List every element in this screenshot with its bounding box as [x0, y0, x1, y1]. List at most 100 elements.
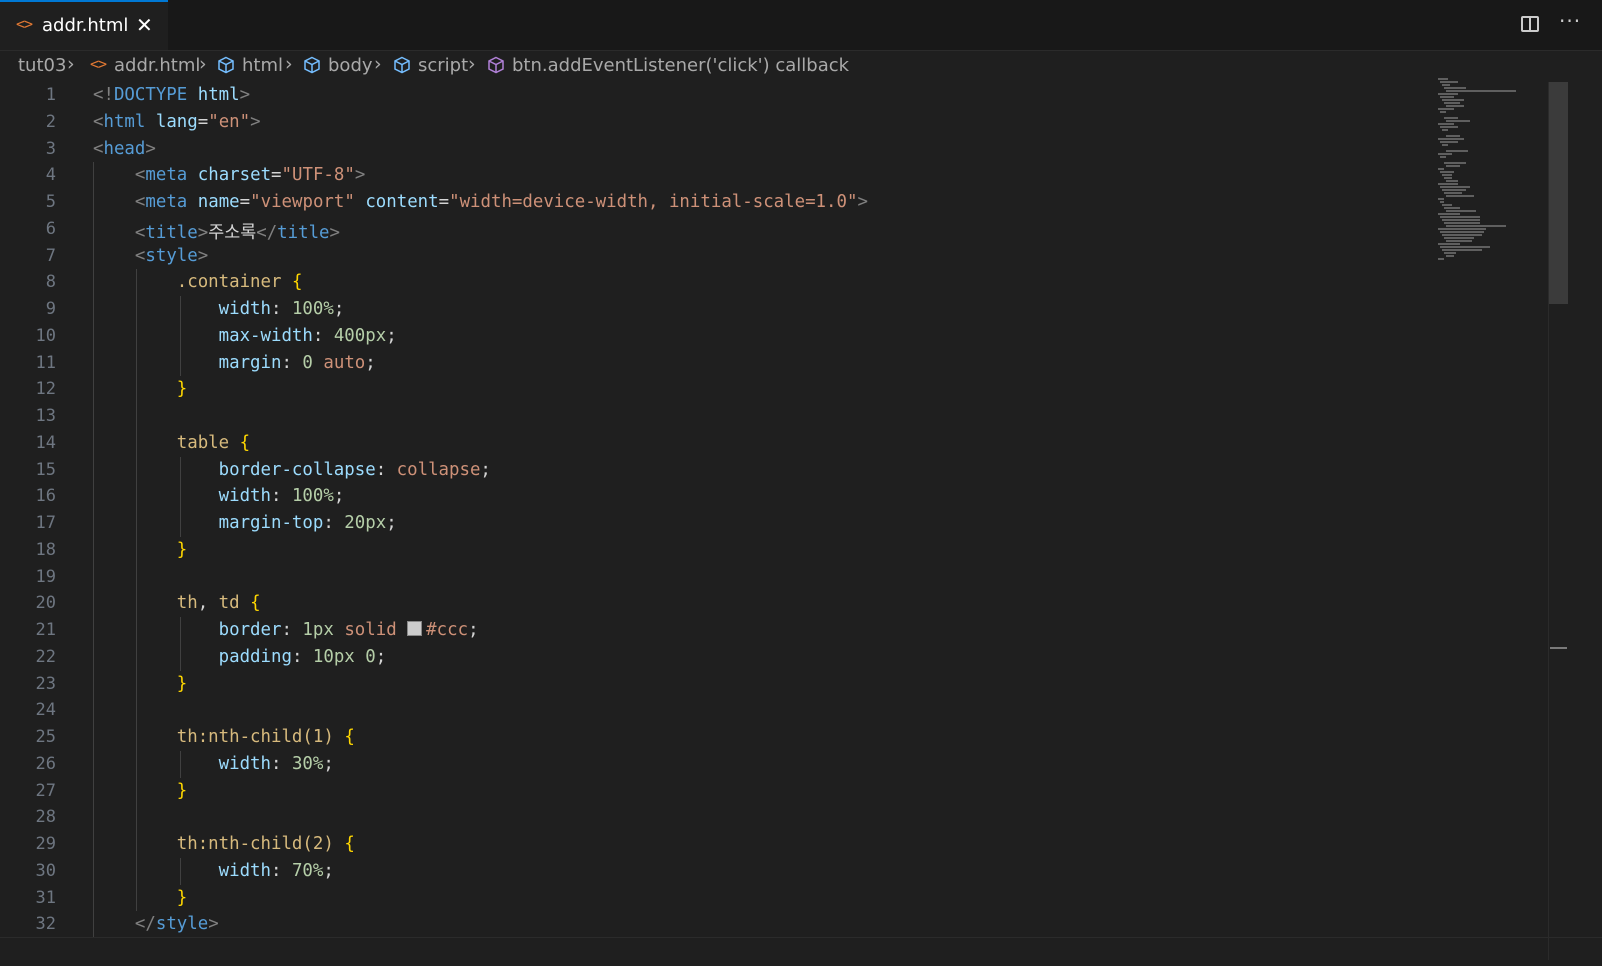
color-swatch-icon[interactable]: [407, 621, 423, 636]
breadcrumb-item-html[interactable]: html: [242, 55, 283, 76]
minimap-line: [1446, 105, 1464, 107]
close-icon[interactable]: ✕: [136, 13, 153, 37]
line-number: 1: [45, 85, 56, 105]
element-cube-icon: [304, 56, 320, 74]
scrollbar-thumb[interactable]: [1549, 82, 1568, 304]
line-number: 23: [35, 673, 56, 694]
code-line[interactable]: 1 <!DOCTYPE html>: [0, 82, 1440, 109]
minimap-line: [1442, 204, 1452, 206]
code-text: <head>: [93, 138, 156, 159]
indent-guide: [180, 296, 181, 377]
code-line[interactable]: 9 width: 100%;: [0, 296, 1440, 323]
code-line[interactable]: 21 border: 1px solid #ccc;: [0, 617, 1440, 644]
line-number: 28: [35, 807, 56, 828]
line-number: 2: [45, 111, 56, 132]
code-line[interactable]: 31 }: [0, 885, 1440, 912]
code-text: .container {: [176, 272, 303, 293]
minimap-line: [1442, 249, 1482, 251]
code-line[interactable]: 19: [0, 564, 1440, 591]
line-number: 11: [35, 352, 56, 373]
code-line[interactable]: 10 max-width: 400px;: [0, 323, 1440, 350]
code-text: }: [176, 887, 188, 908]
code-line[interactable]: 16 width: 100%;: [0, 483, 1440, 510]
line-number: 26: [35, 753, 56, 774]
code-line[interactable]: 15 border-collapse: collapse;: [0, 457, 1440, 484]
code-file-icon: <>: [90, 55, 107, 73]
minimap-line: [1444, 222, 1480, 224]
minimap-line: [1440, 141, 1458, 143]
code-line[interactable]: 8 .container {: [0, 269, 1440, 296]
line-number: 10: [35, 325, 56, 346]
code-text: }: [176, 780, 188, 801]
code-line[interactable]: 12 }: [0, 376, 1440, 403]
minimap-line: [1442, 84, 1450, 86]
indent-guide: [180, 857, 181, 885]
code-line[interactable]: 25 th:nth-child(1) {: [0, 724, 1440, 751]
line-number: 24: [35, 700, 56, 721]
code-line[interactable]: 30 width: 70%;: [0, 858, 1440, 885]
minimap-line: [1442, 129, 1448, 131]
breadcrumb-item-file[interactable]: addr.html: [114, 55, 200, 76]
code-text: </style>: [134, 914, 219, 935]
code-line[interactable]: 20 th, td {: [0, 590, 1440, 617]
code-text: <style>: [134, 245, 209, 266]
code-line[interactable]: 5 <meta name="viewport" content="width=d…: [0, 189, 1440, 216]
minimap-line: [1446, 90, 1516, 92]
code-line[interactable]: 11 margin: 0 auto;: [0, 350, 1440, 377]
code-text: th:nth-child(2) {: [176, 834, 355, 854]
code-text: width: 100%;: [218, 486, 345, 507]
line-number: 12: [35, 379, 56, 400]
line-number: 8: [45, 272, 56, 293]
minimap-line: [1444, 177, 1452, 179]
minimap-line: [1444, 252, 1456, 254]
tab-addr-html[interactable]: <> addr.html ✕: [0, 0, 168, 50]
split-editor-icon[interactable]: [1521, 16, 1539, 32]
line-number: 20: [35, 593, 56, 614]
chevron-right-icon: ›: [67, 53, 75, 75]
code-line[interactable]: 32 </style>: [0, 911, 1440, 938]
minimap-line: [1446, 120, 1470, 122]
minimap-line: [1440, 126, 1458, 128]
code-line[interactable]: 3 <head>: [0, 136, 1440, 163]
code-line[interactable]: 4 <meta charset="UTF-8">: [0, 162, 1440, 189]
code-line[interactable]: 2 <html lang="en">: [0, 109, 1440, 136]
minimap-line: [1438, 228, 1486, 230]
minimap-line: [1440, 246, 1490, 248]
code-line[interactable]: 13: [0, 403, 1440, 430]
code-line[interactable]: 29 th:nth-child(2) {: [0, 831, 1440, 858]
more-actions-icon[interactable]: ···: [1559, 9, 1581, 33]
line-number: 27: [35, 780, 56, 801]
minimap-line: [1440, 156, 1446, 158]
code-line[interactable]: 24: [0, 697, 1440, 724]
breadcrumb-item-script[interactable]: script: [418, 55, 468, 76]
code-line[interactable]: 18 }: [0, 537, 1440, 564]
minimap-line: [1446, 225, 1506, 227]
chevron-right-icon: ›: [468, 53, 476, 75]
minimap-line: [1440, 216, 1480, 218]
minimap[interactable]: [1434, 78, 1544, 268]
line-number: 19: [35, 566, 56, 587]
breadcrumb-item-callback[interactable]: btn.addEventListener('click') callback: [512, 55, 849, 76]
line-number: 22: [35, 646, 56, 667]
line-number: 32: [35, 914, 56, 935]
code-line[interactable]: 28: [0, 804, 1440, 831]
code-line[interactable]: 26 width: 30%;: [0, 751, 1440, 778]
code-line[interactable]: 22 padding: 10px 0;: [0, 644, 1440, 671]
indent-guide: [180, 750, 181, 778]
breadcrumb-item-folder[interactable]: tut03: [18, 55, 66, 76]
code-line[interactable]: 14 table {: [0, 430, 1440, 457]
code-file-icon: <>: [16, 15, 33, 33]
code-text: <title>주소록</title>: [134, 222, 341, 243]
line-number: 30: [35, 860, 56, 881]
minimap-line: [1438, 198, 1444, 200]
code-line[interactable]: 17 margin-top: 20px;: [0, 510, 1440, 537]
code-line[interactable]: 6 <title>주소록</title>: [0, 216, 1440, 243]
code-line[interactable]: 23 }: [0, 671, 1440, 698]
minimap-line: [1442, 99, 1464, 101]
code-editor[interactable]: 1 <!DOCTYPE html> 2 <html lang="en"> 3 <head>…: [0, 82, 1560, 960]
code-line[interactable]: 7 <style>: [0, 243, 1440, 270]
code-line[interactable]: 27 }: [0, 778, 1440, 805]
tab-bar: <> addr.html ✕ ···: [0, 0, 1602, 51]
line-number: 14: [35, 432, 56, 453]
breadcrumb-item-body[interactable]: body: [328, 55, 373, 76]
